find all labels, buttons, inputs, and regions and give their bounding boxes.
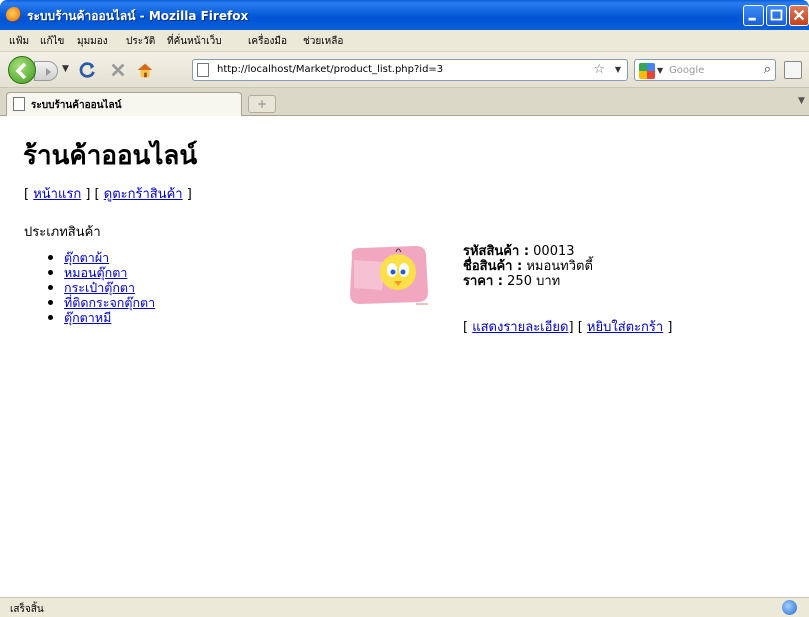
category-link[interactable]: ตุ๊กตาหมี: [64, 310, 111, 325]
home-icon: [137, 63, 153, 78]
product-info: รหัสสินค้า : 00013 ชื่อสินค้า : หมอนทวิต…: [463, 244, 593, 289]
product-image: [346, 240, 432, 310]
status-globe-icon: [782, 600, 797, 615]
category-link[interactable]: หมอนตุ๊กตา: [64, 265, 127, 280]
product-price: 250 บาท: [503, 274, 561, 289]
firefox-icon: [6, 7, 22, 23]
product-name: หมอนทวิตตี้: [522, 259, 593, 274]
product-name-label: ชื่อสินค้า :: [463, 259, 523, 274]
bracket-text: [: [463, 320, 473, 335]
url-text[interactable]: http://localhost/Market/product_list.php…: [217, 64, 443, 75]
category-link[interactable]: ที่ติดกระจกตุ๊กตา: [64, 295, 155, 310]
product-actions: [ แสดงรายละเอียด] [ หยิบใส่ตะกร้า ]: [463, 316, 672, 337]
menu-history[interactable]: ประวัติ: [126, 34, 155, 49]
status-bar: เสร็จสิ้น: [0, 597, 809, 617]
bracket-text: ]: [182, 187, 192, 202]
menu-tools[interactable]: เครื่องมือ: [248, 34, 287, 49]
close-button[interactable]: [789, 5, 809, 26]
engine-dropdown-icon[interactable]: ▼: [657, 66, 663, 75]
product-price-label: ราคา :: [463, 274, 504, 289]
page-content: ร้านค้าออนไลน์ [ หน้าแรก ] [ ดูตะกร้าสิน…: [0, 117, 809, 597]
minimize-icon: [748, 17, 756, 21]
shop-title: ร้านค้าออนไลน์: [23, 141, 198, 171]
page-nav: [ หน้าแรก ] [ ดูตะกร้าสินค้า ]: [24, 183, 192, 204]
tab-page-icon: [13, 97, 25, 111]
menu-help[interactable]: ช่วยเหลือ: [303, 34, 343, 49]
history-dropdown-icon[interactable]: ▼: [62, 64, 69, 74]
back-button[interactable]: [8, 56, 36, 84]
window-title-bar: ระบบร้านค้าออนไลน์ - Mozilla Firefox: [0, 0, 809, 30]
stop-icon: [111, 63, 125, 77]
bookmarks-panel-icon[interactable]: [784, 61, 802, 79]
home-button[interactable]: [134, 59, 156, 81]
search-bar[interactable]: ▼ Google ⌕: [634, 59, 776, 81]
home-link[interactable]: หน้าแรก: [33, 187, 81, 202]
list-item: หมอนตุ๊กตา: [48, 265, 155, 280]
menu-bar: แฟ้ม แก้ไข มุมมอง ประวัติ ที่คั่นหน้าเว็…: [0, 30, 809, 52]
add-to-cart-link[interactable]: หยิบใส่ตะกร้า: [587, 320, 663, 335]
bracket-text: ] [: [568, 320, 587, 335]
tab-bar: ระบบร้านค้าออนไลน์ + ▼: [0, 88, 809, 116]
search-placeholder[interactable]: Google: [669, 65, 704, 76]
bracket-text: ]: [663, 320, 673, 335]
search-icon[interactable]: ⌕: [764, 62, 771, 77]
bracket-text: ] [: [81, 187, 104, 202]
category-link[interactable]: กระเป๋าตุ๊กตา: [64, 280, 135, 295]
minimize-button[interactable]: [743, 5, 764, 26]
window-title: ระบบร้านค้าออนไลน์ - Mozilla Firefox: [27, 9, 249, 23]
reload-icon: [79, 62, 95, 78]
close-icon: [793, 9, 805, 21]
category-list: ตุ๊กตาผ้า หมอนตุ๊กตา กระเป๋าตุ๊กตา ที่ติ…: [48, 250, 155, 325]
tab-shop[interactable]: ระบบร้านค้าออนไลน์: [6, 92, 242, 116]
forward-arrow-icon: [46, 68, 51, 76]
address-bar[interactable]: http://localhost/Market/product_list.php…: [192, 59, 628, 81]
status-text: เสร็จสิ้น: [10, 604, 44, 615]
menu-file[interactable]: แฟ้ม: [9, 34, 29, 49]
forward-button[interactable]: [34, 61, 58, 81]
menu-view[interactable]: มุมมอง: [77, 34, 108, 49]
product-code-label: รหัสสินค้า :: [463, 244, 530, 259]
maximize-icon: [770, 9, 783, 21]
new-tab-button[interactable]: +: [248, 95, 276, 113]
tab-list-icon[interactable]: ▼: [798, 96, 805, 106]
view-cart-link[interactable]: ดูตะกร้าสินค้า: [104, 187, 183, 202]
product-price-row: ราคา : 250 บาท: [463, 274, 593, 289]
menu-edit[interactable]: แก้ไข: [40, 34, 64, 49]
list-item: กระเป๋าตุ๊กตา: [48, 280, 155, 295]
tab-label: ระบบร้านค้าออนไลน์: [31, 100, 122, 111]
category-heading: ประเภทสินค้า: [24, 225, 101, 240]
list-item: ที่ติดกระจกตุ๊กตา: [48, 295, 155, 310]
reload-button[interactable]: [77, 59, 99, 81]
maximize-button[interactable]: [766, 5, 787, 26]
product-name-row: ชื่อสินค้า : หมอนทวิตตี้: [463, 259, 593, 274]
list-item: ตุ๊กตาผ้า: [48, 250, 155, 265]
page-icon: [197, 63, 209, 77]
bookmark-star-icon[interactable]: ☆: [593, 62, 605, 77]
product-code-row: รหัสสินค้า : 00013: [463, 244, 593, 259]
category-link[interactable]: ตุ๊กตาผ้า: [64, 250, 109, 265]
product-code: 00013: [529, 244, 575, 259]
back-arrow-icon: [15, 62, 27, 80]
url-dropdown-icon[interactable]: ▼: [615, 65, 621, 74]
bracket-text: [: [24, 187, 34, 202]
google-icon[interactable]: [639, 63, 655, 79]
list-item: ตุ๊กตาหมี: [48, 310, 155, 325]
menu-bookmarks[interactable]: ที่คั่นหน้าเว็บ: [167, 34, 222, 49]
navigation-toolbar: ▼ http://localhost/Market/product_list.p…: [0, 52, 809, 88]
show-detail-link[interactable]: แสดงรายละเอียด: [472, 320, 568, 335]
stop-button[interactable]: [107, 59, 129, 81]
